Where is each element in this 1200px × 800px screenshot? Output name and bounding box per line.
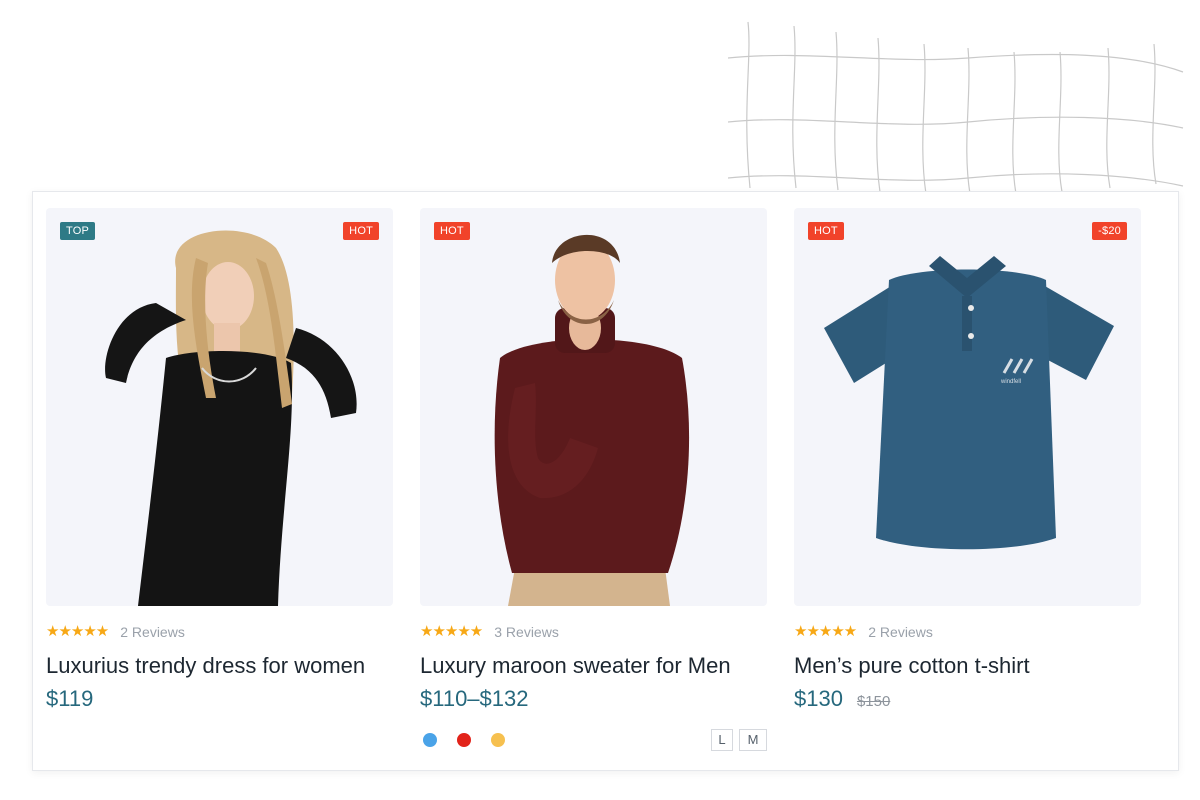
review-count[interactable]: 2 Reviews bbox=[868, 624, 933, 640]
product-title[interactable]: Luxury maroon sweater for Men bbox=[420, 652, 767, 680]
product-image-box[interactable]: windfell HOT -$20 bbox=[794, 208, 1141, 606]
price-row: $130 $150 bbox=[794, 686, 1141, 712]
product-card[interactable]: windfell HOT -$20 ★★★★★ 2 Reviews Men’s … bbox=[794, 208, 1141, 712]
blue-polo-shirt-image: windfell bbox=[824, 256, 1114, 550]
original-price: $150 bbox=[856, 693, 891, 710]
decorative-grid bbox=[728, 21, 1184, 195]
discount-badge: -$20 bbox=[1092, 222, 1127, 240]
man-in-maroon-sweater-image bbox=[494, 234, 690, 606]
product-image-box[interactable]: HOT bbox=[420, 208, 767, 606]
product-image-box[interactable]: TOP HOT bbox=[46, 208, 393, 606]
star-rating-icon: ★★★★★ bbox=[794, 623, 857, 640]
rating: ★★★★★ 2 Reviews bbox=[794, 623, 1141, 641]
top-badge: TOP bbox=[60, 222, 96, 240]
product-price: $110–$132 bbox=[420, 686, 529, 711]
product-title[interactable]: Luxurius trendy dress for women bbox=[46, 652, 393, 680]
product-carousel-panel: TOP HOT ★★★★★ 2 Reviews Luxurius trendy … bbox=[32, 191, 1179, 771]
color-swatches bbox=[423, 733, 505, 747]
review-count[interactable]: 2 Reviews bbox=[120, 624, 185, 640]
rating: ★★★★★ 3 Reviews bbox=[420, 623, 767, 641]
color-swatch-red[interactable] bbox=[457, 733, 471, 747]
size-option-m[interactable]: M bbox=[739, 729, 767, 751]
polo-logo-text: windfell bbox=[1000, 379, 1021, 385]
color-swatch-yellow[interactable] bbox=[491, 733, 505, 747]
price-row: $110–$132 bbox=[420, 686, 767, 712]
size-options: L M bbox=[711, 729, 767, 751]
woman-in-black-dress-image bbox=[105, 230, 357, 606]
product-card[interactable]: HOT ★★★★★ 3 Reviews Luxury maroon sweate… bbox=[420, 208, 767, 751]
price-row: $119 bbox=[46, 686, 393, 712]
rating: ★★★★★ 2 Reviews bbox=[46, 623, 393, 641]
hot-badge: HOT bbox=[808, 222, 844, 240]
product-price: $130 bbox=[794, 686, 843, 711]
color-swatch-blue[interactable] bbox=[423, 733, 437, 747]
size-option-l[interactable]: L bbox=[711, 729, 733, 751]
product-card[interactable]: TOP HOT ★★★★★ 2 Reviews Luxurius trendy … bbox=[46, 208, 393, 712]
hot-badge: HOT bbox=[434, 222, 470, 240]
product-price: $119 bbox=[46, 686, 94, 711]
review-count[interactable]: 3 Reviews bbox=[494, 624, 559, 640]
hot-badge: HOT bbox=[343, 222, 379, 240]
star-rating-icon: ★★★★★ bbox=[46, 623, 109, 640]
star-rating-icon: ★★★★★ bbox=[420, 623, 483, 640]
product-title[interactable]: Men’s pure cotton t-shirt bbox=[794, 652, 1141, 680]
